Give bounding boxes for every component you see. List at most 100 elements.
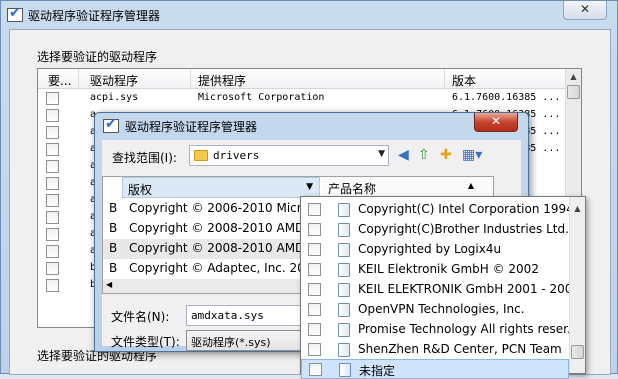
column-header-blank bbox=[103, 177, 121, 198]
document-icon bbox=[338, 223, 350, 237]
file-row-initial: B bbox=[109, 201, 118, 215]
dropdown-scrollbar[interactable]: ▲ bbox=[569, 197, 585, 373]
verify-checkbox[interactable] bbox=[46, 143, 59, 156]
driver-name: acpi.sys bbox=[90, 92, 139, 103]
list-item-label: KEIL Elektronik GmbH © 2002 bbox=[358, 262, 539, 276]
verify-checkbox[interactable] bbox=[46, 160, 59, 173]
back-icon[interactable]: ◀ bbox=[398, 147, 409, 163]
item-checkbox[interactable] bbox=[309, 363, 322, 376]
list-item-label: Copyright(C) Intel Corporation 1994... bbox=[358, 202, 586, 216]
main-close-button[interactable]: ✕ bbox=[563, 1, 607, 20]
column-header-copyright[interactable]: 版权 ▼ bbox=[122, 177, 320, 198]
list-item-label: Copyright(C)Brother Industries Ltd.... bbox=[358, 222, 581, 236]
list-item-label: Copyrighted by Logix4u bbox=[358, 242, 502, 256]
file-row-copyright: Copyright © 2008-2010 AMD, I bbox=[129, 221, 308, 235]
item-checkbox[interactable] bbox=[308, 203, 321, 216]
document-icon bbox=[338, 283, 350, 297]
item-checkbox[interactable] bbox=[308, 223, 321, 236]
chevron-down-icon[interactable]: ▼ bbox=[378, 149, 385, 159]
list-item[interactable]: OpenVPN Technologies, Inc. bbox=[301, 300, 569, 320]
select-drivers-label: 选择要验证的驱动程序 bbox=[37, 50, 158, 64]
verify-checkbox[interactable] bbox=[46, 279, 59, 292]
item-checkbox[interactable] bbox=[308, 243, 321, 256]
verify-checkbox[interactable] bbox=[46, 245, 59, 258]
filetype-label: 文件类型(T): bbox=[111, 335, 180, 349]
column-header-provider[interactable]: 提供程序 bbox=[198, 72, 246, 89]
column-header-driver[interactable]: 驱动程序 bbox=[90, 72, 138, 89]
list-item-label: Promise Technology All rights reser... bbox=[358, 322, 579, 336]
look-in-label: 查找范围(I): bbox=[112, 151, 177, 165]
verify-checkbox[interactable] bbox=[46, 109, 59, 122]
list-item-label: KEIL ELEKTRONIK GmbH 2001 - 2004 bbox=[358, 282, 581, 296]
file-row-initial: B bbox=[109, 221, 118, 235]
list-item[interactable]: Copyright(C)Brother Industries Ltd.... bbox=[301, 220, 580, 240]
driver-list-header: 要... 驱动程序 提供程序 版本 bbox=[38, 69, 565, 89]
filetype-combo[interactable]: 驱动程序(*.sys) bbox=[186, 330, 306, 351]
document-icon bbox=[338, 203, 350, 217]
list-item[interactable]: KEIL Elektronik GmbH © 2002 bbox=[301, 260, 569, 280]
item-checkbox[interactable] bbox=[308, 263, 321, 276]
filename-label: 文件名(N): bbox=[111, 310, 170, 324]
up-folder-icon[interactable]: ⇧ bbox=[418, 147, 430, 163]
file-row-copyright: Copyright © 2008-2010 AMD, I bbox=[129, 241, 308, 255]
column-header-verify[interactable]: 要... bbox=[48, 72, 71, 89]
verify-checkbox[interactable] bbox=[46, 126, 59, 139]
verify-checkbox[interactable] bbox=[46, 194, 59, 207]
list-item-label: OpenVPN Technologies, Inc. bbox=[358, 302, 525, 316]
verify-checkbox[interactable] bbox=[46, 228, 59, 241]
driver-provider: Microsoft Corporation bbox=[198, 92, 325, 103]
sort-up-icon: ▲ bbox=[467, 181, 474, 190]
document-icon bbox=[339, 363, 351, 377]
verify-checkbox[interactable] bbox=[46, 262, 59, 275]
document-icon bbox=[338, 303, 350, 317]
document-icon bbox=[338, 263, 350, 277]
item-checkbox[interactable] bbox=[308, 323, 321, 336]
file-row[interactable]: B Copyright © 2006-2010 Micros bbox=[103, 199, 308, 219]
view-menu-icon[interactable]: ▦▾ bbox=[462, 147, 482, 163]
product-name-header-label: 产品名称 bbox=[328, 182, 377, 196]
main-window-title: 驱动程序验证程序管理器 bbox=[28, 9, 161, 23]
scroll-up-icon[interactable]: ▲ bbox=[570, 201, 585, 216]
list-item-selected[interactable]: 未指定 bbox=[301, 359, 569, 379]
verify-checkbox[interactable] bbox=[46, 92, 59, 105]
folder-icon bbox=[194, 150, 208, 161]
new-folder-icon[interactable]: ✚ bbox=[440, 147, 452, 163]
look-in-combo[interactable]: drivers ▼ bbox=[189, 145, 389, 166]
look-in-value: drivers bbox=[213, 149, 260, 162]
scroll-up-icon[interactable]: ▲ bbox=[566, 69, 581, 84]
main-titlebar[interactable]: 驱动程序验证程序管理器 ✕ bbox=[1, 1, 617, 28]
scroll-thumb[interactable] bbox=[567, 85, 580, 99]
list-item[interactable]: Copyright(C) Intel Corporation 1994... bbox=[301, 200, 585, 220]
product-name-filter-dropdown[interactable]: Copyright(C) Intel Corporation 1994... C… bbox=[300, 196, 586, 379]
document-icon bbox=[338, 343, 350, 357]
file-row[interactable]: B Copyright © 2008-2010 AMD, I bbox=[103, 219, 308, 239]
dialog-close-button[interactable]: ✕ bbox=[474, 113, 518, 132]
file-row[interactable]: B Copyright © Adaptec, Inc. 2000 bbox=[103, 259, 308, 279]
list-item[interactable]: Copyrighted by Logix4u bbox=[301, 240, 569, 260]
driver-version: 6.1.7600.16385 ... bbox=[452, 92, 561, 103]
list-item[interactable]: Promise Technology All rights reser... bbox=[301, 320, 578, 340]
file-row[interactable]: B Copyright © 2008-2010 AMD, I bbox=[103, 239, 308, 259]
file-row-copyright: Copyright © 2006-2010 Micros bbox=[129, 201, 308, 215]
dialog-app-icon bbox=[103, 116, 119, 133]
filename-input[interactable]: amdxata.sys bbox=[186, 305, 306, 326]
dialog-title: 驱动程序验证程序管理器 bbox=[125, 120, 258, 134]
verify-checkbox[interactable] bbox=[46, 211, 59, 224]
file-list-hscroll[interactable]: ◀ bbox=[103, 279, 303, 293]
list-item[interactable]: ShenZhen R&D Center, PCN Team bbox=[301, 340, 569, 360]
item-checkbox[interactable] bbox=[308, 303, 321, 316]
scroll-thumb[interactable] bbox=[571, 345, 584, 359]
item-checkbox[interactable] bbox=[308, 283, 321, 296]
list-item[interactable]: KEIL ELEKTRONIK GmbH 2001 - 2004 bbox=[301, 280, 580, 300]
chevron-down-icon[interactable]: ▼ bbox=[306, 182, 313, 192]
column-header-product-name[interactable]: 产品名称 ▲ bbox=[322, 177, 492, 198]
table-row[interactable]: acpi.sys Microsoft Corporation 6.1.7600.… bbox=[38, 90, 565, 107]
column-header-version[interactable]: 版本 bbox=[452, 72, 476, 89]
scroll-left-icon[interactable]: ◀ bbox=[106, 280, 112, 289]
file-row-initial: B bbox=[109, 241, 118, 255]
document-icon bbox=[338, 323, 350, 337]
item-checkbox[interactable] bbox=[308, 343, 321, 356]
verify-checkbox[interactable] bbox=[46, 177, 59, 190]
copyright-header-label: 版权 bbox=[128, 183, 153, 197]
file-row-initial: B bbox=[109, 261, 118, 275]
